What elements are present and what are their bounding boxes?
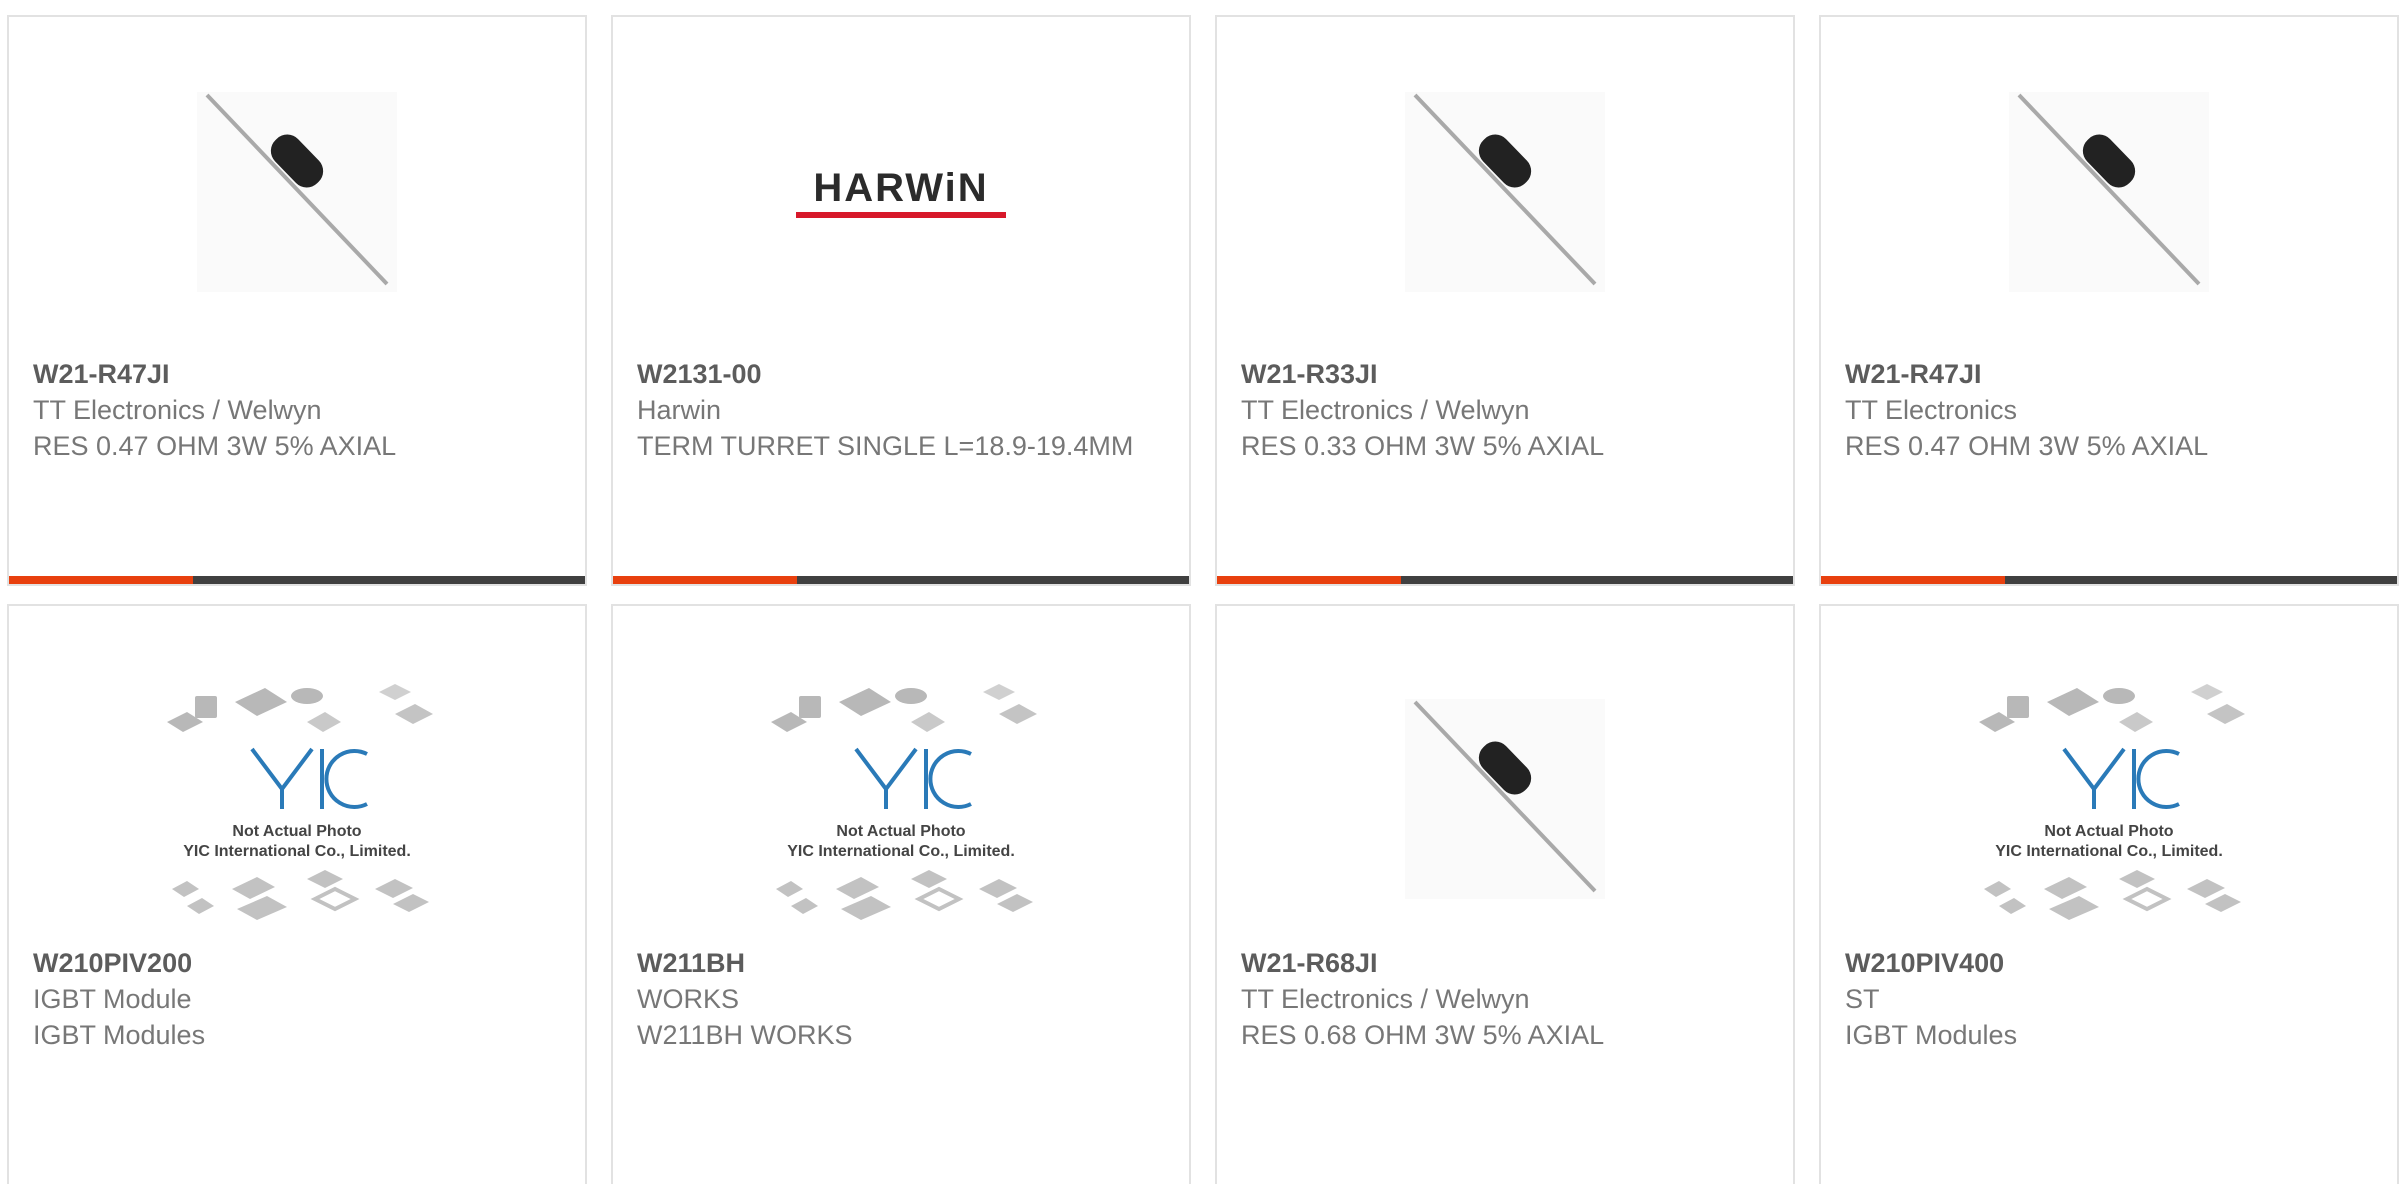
part-number[interactable]: W210PIV200 — [33, 945, 561, 981]
not-actual-photo-icon: Not Actual Photo YIC International Co., … — [771, 684, 1037, 920]
description: TERM TURRET SINGLE L=18.9-19.4MM — [637, 431, 1134, 461]
part-number[interactable]: W21-R33JI — [1241, 356, 1769, 392]
manufacturer: TT Electronics — [1845, 395, 2018, 425]
product-card[interactable]: Not Actual Photo YIC International Co., … — [7, 604, 587, 1184]
description: IGBT Modules — [1845, 1020, 2018, 1050]
product-image[interactable]: Not Actual Photo YIC International Co., … — [1969, 674, 2249, 924]
svg-text:Not Actual Photo: Not Actual Photo — [2044, 823, 2173, 840]
svg-text:YIC International Co., Limited: YIC International Co., Limited. — [183, 843, 411, 860]
harwin-logo-icon: HARWiN — [796, 166, 1006, 218]
resistor-icon — [1405, 92, 1605, 292]
product-image[interactable] — [192, 87, 402, 297]
manufacturer: TT Electronics / Welwyn — [1241, 984, 1530, 1014]
manufacturer: ST — [1845, 984, 1880, 1014]
card-bottom-bar — [1821, 576, 2397, 584]
svg-text:Not Actual Photo: Not Actual Photo — [232, 823, 361, 840]
part-number[interactable]: W21-R47JI — [33, 356, 561, 392]
product-image[interactable]: HARWiN — [796, 87, 1006, 297]
description: RES 0.47 OHM 3W 5% AXIAL — [1845, 431, 2209, 461]
resistor-icon — [1405, 699, 1605, 899]
description: RES 0.33 OHM 3W 5% AXIAL — [1241, 431, 1605, 461]
svg-text:YIC International Co., Limited: YIC International Co., Limited. — [787, 843, 1015, 860]
description: W211BH WORKS — [637, 1020, 853, 1050]
svg-text:Not Actual Photo: Not Actual Photo — [836, 823, 965, 840]
product-image[interactable]: Not Actual Photo YIC International Co., … — [761, 674, 1041, 924]
card-bottom-bar — [1217, 576, 1793, 584]
manufacturer: Harwin — [637, 395, 722, 425]
manufacturer: IGBT Module — [33, 984, 192, 1014]
part-number[interactable]: W2131-00 — [637, 356, 1165, 392]
resistor-icon — [2009, 92, 2209, 292]
manufacturer: WORKS — [637, 984, 740, 1014]
svg-text:YIC International Co., Limited: YIC International Co., Limited. — [1995, 843, 2223, 860]
product-card[interactable]: HARWiN W2131-00 Harwin TERM TURRET SINGL… — [611, 15, 1191, 586]
part-number[interactable]: W21-R47JI — [1845, 356, 2373, 392]
not-actual-photo-icon: Not Actual Photo YIC International Co., … — [167, 684, 433, 920]
description: RES 0.47 OHM 3W 5% AXIAL — [33, 431, 397, 461]
product-card[interactable]: W21-R47JI TT Electronics RES 0.47 OHM 3W… — [1819, 15, 2399, 586]
card-bottom-bar — [9, 576, 585, 584]
product-card[interactable]: Not Actual Photo YIC International Co., … — [611, 604, 1191, 1184]
manufacturer: TT Electronics / Welwyn — [33, 395, 322, 425]
product-card[interactable]: Not Actual Photo YIC International Co., … — [1819, 604, 2399, 1184]
product-image[interactable] — [2004, 87, 2214, 297]
product-image[interactable] — [1365, 674, 1645, 924]
description: RES 0.68 OHM 3W 5% AXIAL — [1241, 1020, 1605, 1050]
card-bottom-bar — [613, 576, 1189, 584]
not-actual-photo-icon: Not Actual Photo YIC International Co., … — [1979, 684, 2245, 920]
product-card[interactable]: W21-R47JI TT Electronics / Welwyn RES 0.… — [7, 15, 587, 586]
product-image[interactable]: Not Actual Photo YIC International Co., … — [157, 674, 437, 924]
manufacturer: TT Electronics / Welwyn — [1241, 395, 1530, 425]
product-image[interactable] — [1400, 87, 1610, 297]
part-number[interactable]: W211BH — [637, 945, 1165, 981]
product-grid: W21-R47JI TT Electronics / Welwyn RES 0.… — [0, 0, 2400, 1184]
description: IGBT Modules — [33, 1020, 206, 1050]
part-number[interactable]: W210PIV400 — [1845, 945, 2373, 981]
resistor-icon — [197, 92, 397, 292]
product-card[interactable]: W21-R33JI TT Electronics / Welwyn RES 0.… — [1215, 15, 1795, 586]
part-number[interactable]: W21-R68JI — [1241, 945, 1769, 981]
product-card[interactable]: W21-R68JI TT Electronics / Welwyn RES 0.… — [1215, 604, 1795, 1184]
